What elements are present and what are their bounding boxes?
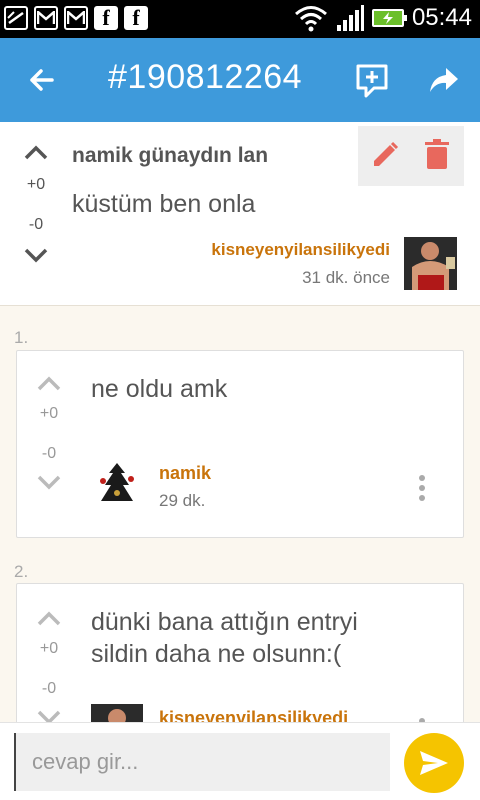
status-bar-notifications: f f — [4, 5, 148, 30]
comment-author[interactable]: namik — [159, 463, 211, 484]
post-author[interactable]: kisneyenyilansilikyedi — [211, 240, 390, 260]
comment-upvote-count: +0 — [39, 405, 59, 422]
entry-post: +0 -0 namik günaydın lan küstüm ben onla… — [0, 122, 480, 306]
avatar[interactable] — [91, 457, 143, 509]
comment-upvote-count: +0 — [39, 640, 59, 657]
post-vote-box: +0 -0 — [16, 144, 56, 264]
reply-input[interactable] — [14, 733, 390, 791]
gmail-icon — [34, 6, 58, 30]
comment-downvote-count: -0 — [41, 445, 57, 462]
facebook-icon: f — [124, 5, 148, 30]
comment-index: 2. — [14, 562, 29, 581]
post-body: küstüm ben onla — [72, 190, 256, 218]
wifi-icon — [294, 6, 327, 32]
comment-text-line: sildin daha ne olsunn:( — [91, 640, 342, 668]
battery-charging-icon — [371, 9, 407, 27]
signal-icon — [336, 5, 364, 31]
delete-icon[interactable] — [422, 138, 452, 170]
comment-card: +0 -0 dünki bana attığın entryi sildin d… — [16, 583, 464, 756]
comment-vote-box: +0 -0 — [29, 610, 69, 726]
status-bar: f f 05:44 — [0, 0, 480, 38]
comment-text-line: ne oldu amk — [91, 375, 228, 403]
comment-index: 1. — [14, 328, 29, 347]
page-title: #190812264 — [108, 58, 303, 96]
comment-text-line: dünki bana attığın entryi — [91, 608, 358, 636]
edit-icon[interactable] — [370, 140, 400, 170]
notification-icon — [4, 6, 28, 30]
comment-downvote-count: -0 — [41, 680, 57, 697]
post-upvote-count: +0 — [26, 176, 46, 193]
downvote-icon[interactable] — [23, 246, 49, 264]
comment-time: 29 dk. — [159, 491, 206, 510]
upvote-icon[interactable] — [36, 610, 62, 628]
reply-bar — [0, 722, 480, 800]
back-arrow-icon[interactable] — [22, 60, 62, 100]
gmail-icon — [64, 6, 88, 30]
comment-vote-box: +0 -0 — [29, 375, 69, 491]
add-comment-icon[interactable] — [352, 60, 392, 100]
post-title: namik günaydın lan — [72, 144, 269, 167]
upvote-icon[interactable] — [23, 144, 49, 162]
post-time: 31 dk. önce — [302, 268, 390, 287]
downvote-icon[interactable] — [36, 473, 62, 491]
post-actions — [358, 126, 464, 186]
comment-text: dünki bana attığın entryi sildin daha ne… — [91, 606, 358, 670]
status-time: 05:44 — [411, 4, 472, 31]
facebook-icon: f — [94, 5, 118, 30]
upvote-icon[interactable] — [36, 375, 62, 393]
comment-card: +0 -0 ne oldu amk namik 29 dk. — [16, 350, 464, 538]
send-button[interactable] — [404, 733, 464, 793]
avatar[interactable] — [404, 237, 457, 290]
send-icon — [420, 751, 448, 775]
comment-text: ne oldu amk — [91, 373, 227, 405]
app-bar: #190812264 — [0, 38, 480, 122]
post-downvote-count: -0 — [28, 216, 44, 233]
share-icon[interactable] — [424, 60, 464, 100]
more-options-icon[interactable] — [417, 475, 427, 505]
